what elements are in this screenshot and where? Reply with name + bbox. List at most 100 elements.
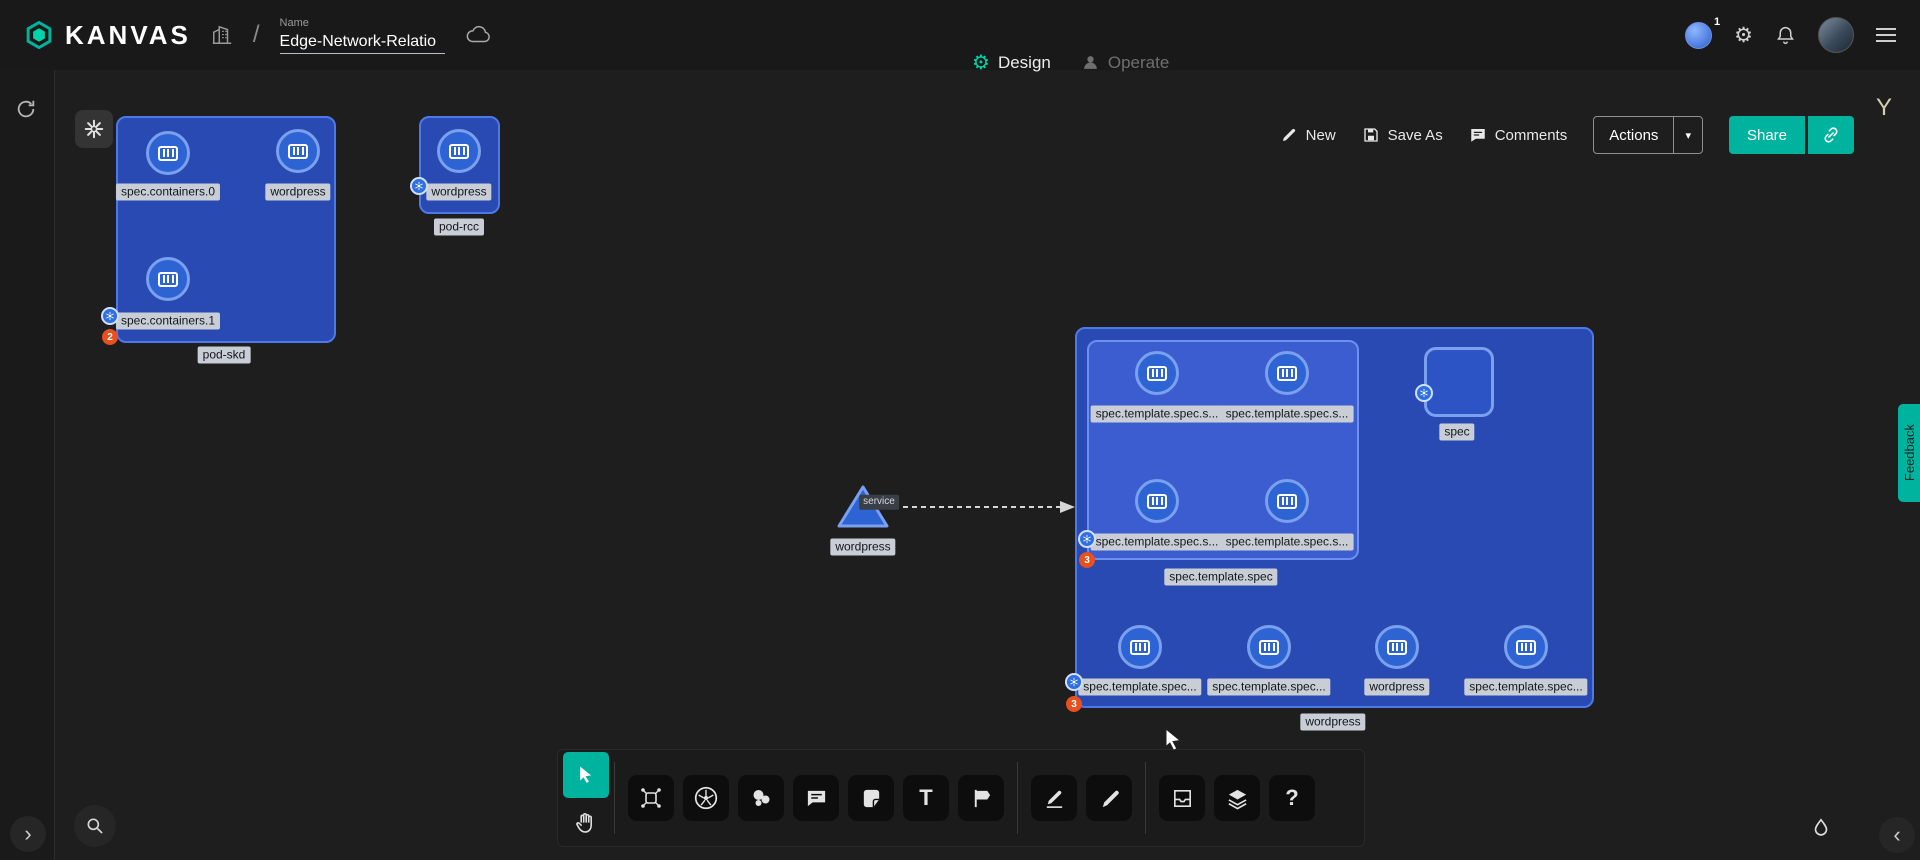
comment-bubble-icon (805, 787, 828, 810)
feedback-tab[interactable]: Feedback (1898, 404, 1920, 502)
group-spec-template-spec[interactable] (1087, 340, 1359, 560)
zoom-search-button[interactable] (74, 805, 116, 847)
share-button[interactable]: Share (1729, 116, 1805, 154)
user-avatar[interactable] (1818, 17, 1854, 53)
node-spec-containers-1[interactable] (146, 257, 190, 301)
node-row-1[interactable] (1118, 625, 1162, 669)
comment-tool[interactable] (793, 775, 839, 821)
help-tool[interactable]: ? (1269, 775, 1315, 821)
hand-icon (574, 811, 598, 835)
tab-design[interactable]: ⚙ Design (972, 50, 1051, 75)
kubernetes-badge[interactable] (410, 177, 428, 195)
group-label-wordpress: wordpress (1300, 714, 1365, 731)
layers-tool[interactable] (1214, 775, 1260, 821)
select-cursor-tool[interactable] (563, 752, 609, 798)
copy-link-button[interactable] (1808, 116, 1854, 154)
pencil-tool[interactable] (1031, 775, 1077, 821)
container-icon (1130, 640, 1150, 655)
design-tab-icon: ⚙ (972, 50, 990, 75)
sticker-tool[interactable] (848, 775, 894, 821)
node-label: spec.template.spec.s... (1221, 534, 1354, 551)
node-label: spec.template.spec.s... (1221, 406, 1354, 423)
node-row-wordpress[interactable] (1375, 625, 1419, 669)
comment-icon (1469, 126, 1487, 144)
container-icon (1147, 366, 1167, 381)
new-button[interactable]: New (1280, 126, 1336, 144)
container-icon (1387, 640, 1407, 655)
draw-tools-group (1018, 775, 1145, 821)
cluster-shapes-tool[interactable] (738, 775, 784, 821)
ink-droplet-icon[interactable] (1801, 808, 1841, 848)
expand-panel-chevron[interactable]: › (10, 816, 46, 852)
pen-tool[interactable] (1086, 775, 1132, 821)
node-row-4[interactable] (1504, 625, 1548, 669)
mode-tabs: ⚙ Design Operate (972, 50, 1169, 75)
tab-operate[interactable]: Operate (1081, 50, 1169, 75)
node-pod-rcc-wordpress[interactable] (437, 129, 481, 173)
magnifier-icon (85, 816, 105, 836)
node-spec-containers-0[interactable] (146, 131, 190, 175)
container-icon (158, 146, 178, 161)
operate-tab-icon (1081, 53, 1100, 72)
text-tool[interactable]: T (903, 775, 949, 821)
count-badge[interactable]: 3 (1079, 552, 1095, 568)
node-tpl-bottom-left[interactable] (1135, 479, 1179, 523)
edge-service-to-deployment[interactable] (880, 490, 1092, 526)
container-icon (449, 144, 469, 159)
node-tpl-bottom-right[interactable] (1265, 479, 1309, 523)
validator-y-icon[interactable]: Y (1876, 94, 1892, 122)
insert-tools-group: T (615, 775, 1017, 821)
kubernetes-badge[interactable] (1078, 530, 1096, 548)
shape-flag-tool[interactable] (958, 775, 1004, 821)
node-pod-skd-wordpress[interactable] (276, 129, 320, 173)
kubernetes-badge[interactable] (1415, 384, 1433, 402)
sync-icon[interactable] (15, 98, 37, 120)
actions-dropdown-button[interactable]: Actions ▾ (1593, 116, 1703, 154)
save-as-button[interactable]: Save As (1362, 126, 1443, 144)
settings-gear-icon[interactable]: ⚙ (1734, 23, 1753, 48)
snowflake-tool-button[interactable] (75, 110, 113, 148)
collapse-panel-chevron[interactable]: ‹ (1879, 817, 1915, 853)
design-actions-row: New Save As Comments Actions ▾ Share (1280, 116, 1854, 154)
new-pencil-icon (1280, 126, 1298, 144)
cluster-icon (749, 786, 773, 810)
node-label: wordpress (830, 539, 895, 556)
extensions-icon[interactable]: 1 (1685, 22, 1712, 49)
component-tool[interactable] (628, 775, 674, 821)
design-name-input[interactable] (280, 31, 445, 54)
library-tools-group: ? (1146, 775, 1328, 821)
node-label: wordpress (426, 184, 491, 201)
node-tpl-top-right[interactable] (1265, 351, 1309, 395)
node-spec[interactable] (1424, 347, 1494, 417)
node-label: spec.containers.1 (116, 313, 220, 330)
header-right-cluster: 1 ⚙ (1685, 17, 1896, 53)
left-rail (0, 70, 55, 860)
count-badge[interactable]: 3 (1066, 696, 1082, 712)
design-canvas[interactable]: › ‹ Y Feedback spec.containers.0 wordpre… (0, 70, 1920, 860)
pointer-tools-column (558, 750, 614, 846)
pan-hand-tool[interactable] (574, 802, 598, 844)
workspace-icon[interactable] (211, 24, 233, 46)
hamburger-menu-icon[interactable] (1876, 28, 1896, 42)
kanvas-logo-icon (24, 20, 54, 50)
count-badge[interactable]: 2 (102, 329, 118, 345)
cloud-sync-icon[interactable] (465, 25, 491, 45)
kanvas-logo[interactable]: KANVAS (24, 20, 191, 51)
kubernetes-badge[interactable] (1065, 673, 1083, 691)
kubernetes-tool[interactable] (683, 775, 729, 821)
kanvas-app: KANVAS / Name 1 ⚙ (0, 0, 1920, 860)
kubernetes-badge[interactable] (101, 307, 119, 325)
pen-icon (1098, 787, 1121, 810)
container-icon (1277, 494, 1297, 509)
node-label: wordpress (265, 184, 330, 201)
cursor-icon (576, 765, 596, 785)
node-row-2[interactable] (1247, 625, 1291, 669)
chevron-down-icon[interactable]: ▾ (1673, 117, 1702, 153)
node-label: spec.template.spec... (1078, 679, 1201, 696)
pencil-icon (1043, 787, 1066, 810)
notifications-bell-icon[interactable] (1775, 25, 1796, 46)
node-tpl-top-left[interactable] (1135, 351, 1179, 395)
container-icon (158, 272, 178, 287)
comments-button[interactable]: Comments (1469, 126, 1568, 144)
drawer-tool[interactable] (1159, 775, 1205, 821)
